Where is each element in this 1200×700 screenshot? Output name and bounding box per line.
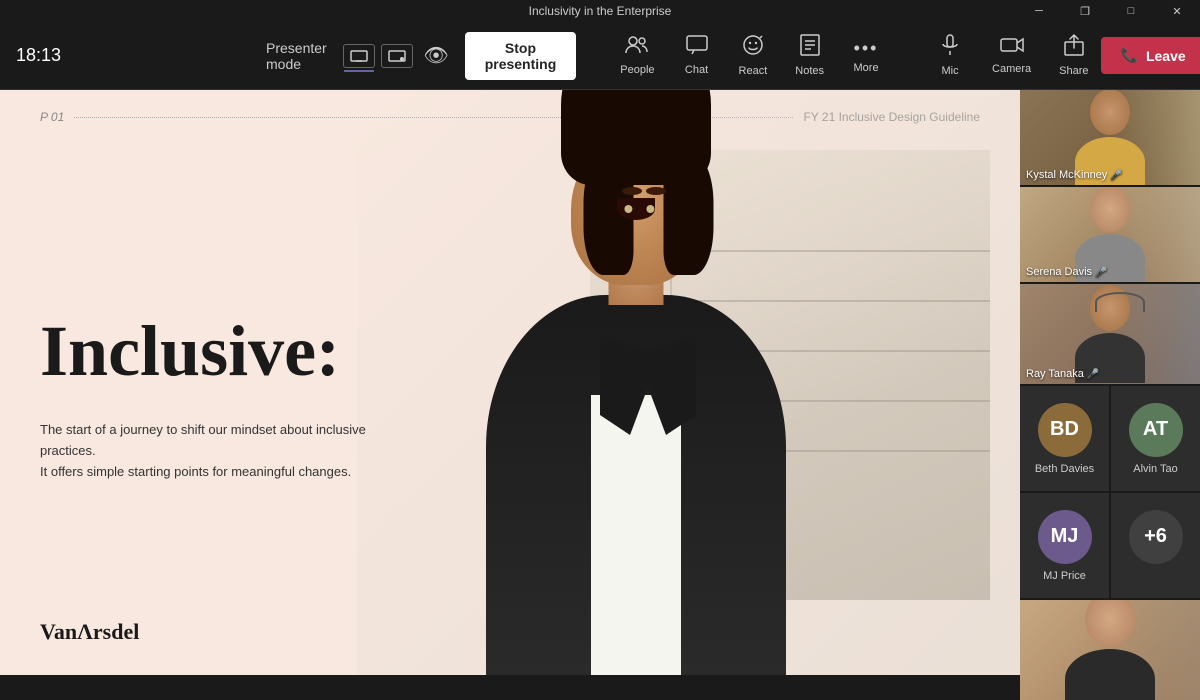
avatar-name-alvin: Alvin Tao bbox=[1133, 463, 1177, 475]
mode-icon-window[interactable] bbox=[381, 44, 413, 68]
slide: P 01 FY 21 Inclusive Design Guideline bbox=[0, 90, 1020, 675]
avatar-beth: BD bbox=[1038, 403, 1092, 457]
avatar-alvin: AT bbox=[1129, 403, 1183, 457]
presentation-area: P 01 FY 21 Inclusive Design Guideline bbox=[0, 90, 1020, 675]
phone-icon: 📞 bbox=[1121, 47, 1138, 64]
slide-main-title: Inclusive: bbox=[40, 310, 340, 393]
participant-name-serena: Serena Davis 🎤 bbox=[1026, 266, 1108, 278]
main-content: P 01 FY 21 Inclusive Design Guideline bbox=[0, 90, 1200, 675]
presenter-mode-label: Presenter mode bbox=[266, 40, 333, 72]
mic-label: Mic bbox=[941, 65, 958, 77]
mic-icon bbox=[940, 34, 960, 62]
people-icon bbox=[625, 35, 649, 61]
sidebar-participants: Kystal McKinney 🎤 Serena Davis 🎤 bbox=[1020, 90, 1200, 675]
avatar-row: BD Beth Davies AT Alvin Tao bbox=[1020, 386, 1200, 491]
participant-tile-kystal: Kystal McKinney 🎤 bbox=[1020, 90, 1200, 185]
camera-label: Camera bbox=[992, 63, 1031, 75]
notes-tool[interactable]: Notes bbox=[783, 28, 836, 83]
window-controls: ─ ❐ □ ✕ bbox=[1016, 0, 1200, 22]
overflow-tile[interactable]: +6 bbox=[1111, 493, 1200, 598]
slide-page-number: P 01 bbox=[40, 110, 64, 124]
mic-indicator-kystal: 🎤 bbox=[1110, 170, 1122, 181]
avatar-tile-alvin: AT Alvin Tao bbox=[1111, 386, 1200, 491]
close-button[interactable]: ✕ bbox=[1154, 0, 1200, 22]
participant-name-kystal: Kystal McKinney 🎤 bbox=[1026, 169, 1123, 181]
mic-tool[interactable]: Mic bbox=[924, 28, 976, 83]
avatar-tile-beth: BD Beth Davies bbox=[1020, 386, 1109, 491]
maximize-button[interactable]: □ bbox=[1108, 0, 1154, 22]
avatar-name-beth: Beth Davies bbox=[1035, 463, 1094, 475]
window-title: Inclusivity in the Enterprise bbox=[529, 4, 672, 18]
minimize-button[interactable]: ─ bbox=[1016, 0, 1062, 22]
mic-indicator-ray: 🎤 bbox=[1087, 369, 1099, 380]
participant-tile-bottom bbox=[1020, 600, 1200, 700]
notes-label: Notes bbox=[795, 65, 824, 77]
stop-presenting-button[interactable]: Stop presenting bbox=[465, 32, 577, 80]
react-tool[interactable]: React bbox=[727, 28, 780, 83]
overflow-avatar: +6 bbox=[1129, 510, 1183, 564]
camera-icon bbox=[1000, 36, 1024, 60]
time-display: 18:13 bbox=[16, 45, 66, 66]
share-icon bbox=[1064, 34, 1084, 62]
avatar-mj: MJ bbox=[1038, 510, 1092, 564]
chat-tool[interactable]: Chat bbox=[671, 29, 723, 82]
participant-name-ray: Ray Tanaka 🎤 bbox=[1026, 368, 1099, 380]
more-label: More bbox=[854, 62, 879, 74]
mic-indicator-serena: 🎤 bbox=[1095, 267, 1107, 278]
react-label: React bbox=[739, 65, 768, 77]
leave-button[interactable]: 📞 Leave bbox=[1101, 37, 1200, 74]
mode-icon-screen[interactable] bbox=[343, 44, 375, 68]
notes-icon bbox=[800, 34, 820, 62]
chat-icon bbox=[686, 35, 708, 61]
react-icon bbox=[742, 34, 764, 62]
slide-logo: VanΛVanArsdelrsdel bbox=[40, 619, 139, 645]
more-tool[interactable]: ••• More bbox=[840, 32, 892, 80]
more-icon: ••• bbox=[854, 38, 879, 59]
overflow-label bbox=[1154, 570, 1157, 582]
presenter-mode-section: Presenter mode 👁 bbox=[266, 40, 449, 72]
mode-icons bbox=[343, 44, 413, 68]
avatar-name-mj: MJ Price bbox=[1043, 570, 1086, 582]
restore-button[interactable]: ❐ bbox=[1062, 0, 1108, 22]
participant-tile-serena: Serena Davis 🎤 bbox=[1020, 187, 1200, 282]
people-label: People bbox=[620, 64, 654, 76]
participant-tile-ray: Ray Tanaka 🎤 bbox=[1020, 284, 1200, 384]
title-bar: Inclusivity in the Enterprise ─ ❐ □ ✕ bbox=[0, 0, 1200, 22]
av-tool-group: Mic Camera Share bbox=[924, 28, 1100, 83]
eye-icon[interactable]: 👁 bbox=[423, 44, 448, 68]
toolbar: 18:13 Presenter mode 👁 Stop presenting bbox=[0, 22, 1200, 90]
avatar-tile-mj: MJ MJ Price bbox=[1020, 493, 1109, 598]
tool-group: People Chat React bbox=[608, 28, 892, 83]
chat-label: Chat bbox=[685, 64, 708, 76]
camera-tool[interactable]: Camera bbox=[980, 30, 1043, 81]
people-tool[interactable]: People bbox=[608, 29, 666, 82]
slide-subtitle: The start of a journey to shift our mind… bbox=[40, 420, 390, 482]
share-tool[interactable]: Share bbox=[1047, 28, 1100, 83]
share-label: Share bbox=[1059, 65, 1088, 77]
mj-row: MJ MJ Price +6 bbox=[1020, 493, 1200, 598]
